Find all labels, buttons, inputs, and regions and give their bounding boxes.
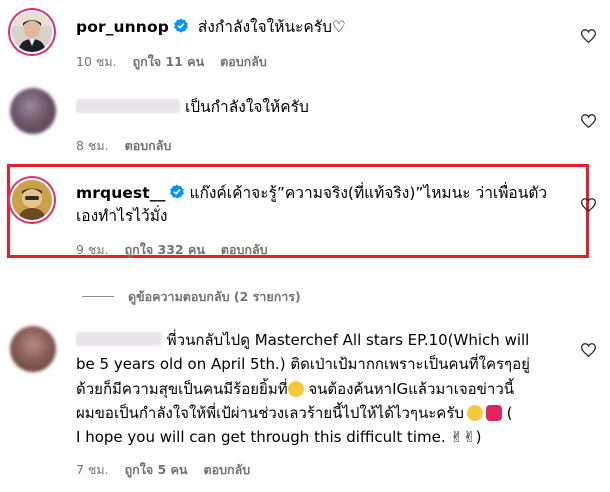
comment-2-meta: 8 ชม. ตอบกลับ: [76, 136, 183, 156]
like-heart-icon[interactable]: [581, 343, 596, 357]
username[interactable]: por_unnop: [76, 18, 169, 36]
sad-emoji-icon: [466, 404, 483, 421]
comment-3-text: mrquest__ แก๊งค์เค้าจะรู้”ความจริง(ที่แท้…: [76, 182, 547, 228]
blurred-username: [76, 99, 180, 113]
comment-text-line-2: be 5 years old on April 5th.) ติดเป่าเป้…: [76, 355, 530, 374]
timestamp: 10 ชม.: [76, 54, 117, 69]
timestamp: 8 ชม.: [76, 138, 109, 153]
timestamp: 7 ชม.: [76, 462, 109, 477]
verified-badge-icon: [173, 18, 188, 33]
comment-1-meta: 10 ชม. ถูกใจ 11 คน ตอบกลับ: [76, 52, 279, 72]
avatar-blurred[interactable]: [10, 326, 56, 372]
avatar-blurred[interactable]: [10, 88, 56, 134]
like-heart-icon[interactable]: [581, 114, 596, 128]
blurred-username: [76, 332, 162, 346]
comment-text-line-1: แก๊งค์เค้าจะรู้”ความจริง(ที่แท้จริง)”ไหม…: [189, 184, 548, 202]
reply-button[interactable]: ตอบกลับ: [203, 462, 250, 477]
view-replies-label: ดูข้อความตอบกลับ (2 รายการ): [128, 289, 301, 304]
reply-button[interactable]: ตอบกลับ: [125, 138, 172, 153]
comment-text-line-3b: จนต้องค้นหาIGแล้วมาเจอข่าวนี้: [303, 379, 515, 398]
comment-text-line-3: ด้วยก็มีความสุขเป็นคนมีร้อยยิ้มที่: [76, 379, 288, 398]
verified-badge-icon: [170, 184, 185, 199]
username[interactable]: mrquest__: [76, 184, 165, 202]
comment-4-meta: 7 ชม. ถูกใจ 5 คน ตอบกลับ: [76, 460, 262, 480]
comment-text: ส่งกำลังใจให้นะครับ♡: [197, 18, 346, 36]
timestamp: 9 ชม.: [76, 242, 109, 257]
reply-button[interactable]: ตอบกลับ: [220, 54, 267, 69]
likes-count[interactable]: ถูกใจ 5 คน: [125, 462, 188, 477]
reply-button[interactable]: ตอบกลับ: [221, 242, 268, 257]
smile-emoji-icon: [287, 380, 304, 397]
avatar-por-unnop[interactable]: [12, 12, 52, 52]
comment-4-text: พี่วนกลับไปดู Masterchef All stars EP.10…: [76, 331, 530, 447]
like-heart-icon[interactable]: [581, 29, 596, 43]
victory-hand-emoji-icon: ✌✌: [450, 428, 476, 447]
comment-1-text-row: por_unnop ส่งกำลังใจให้นะครับ♡: [76, 16, 346, 39]
comment-text-line-4b: (: [501, 403, 513, 422]
comment-text-line-5: I hope you will can get through this dif…: [76, 428, 451, 447]
broken-heart-icon: [485, 404, 502, 421]
avatar-mrquest[interactable]: [12, 180, 52, 220]
divider-line: [82, 296, 114, 297]
likes-count[interactable]: ถูกใจ 332 คน: [125, 242, 205, 257]
likes-count[interactable]: ถูกใจ 11 คน: [133, 54, 205, 69]
comment-2-text-row: เป็นกำลังใจให้ครับ: [76, 96, 309, 119]
comment-text-line-1: พี่วนกลับไปดู Masterchef All stars EP.10…: [166, 331, 530, 349]
view-replies-button[interactable]: ดูข้อความตอบกลับ (2 รายการ): [82, 287, 301, 307]
comment-text-line-2: เองทำไรไว้มั่ง: [76, 207, 168, 225]
comment-text-line-4: ผมขอเป็นกำลังใจให้พี่เป้ผ่านช่วงเลวร้ายน…: [76, 403, 464, 422]
comment-text: เป็นกำลังใจให้ครับ: [184, 98, 309, 116]
comment-3-meta: 9 ชม. ถูกใจ 332 คน ตอบกลับ: [76, 240, 280, 260]
like-heart-icon[interactable]: [581, 198, 596, 212]
